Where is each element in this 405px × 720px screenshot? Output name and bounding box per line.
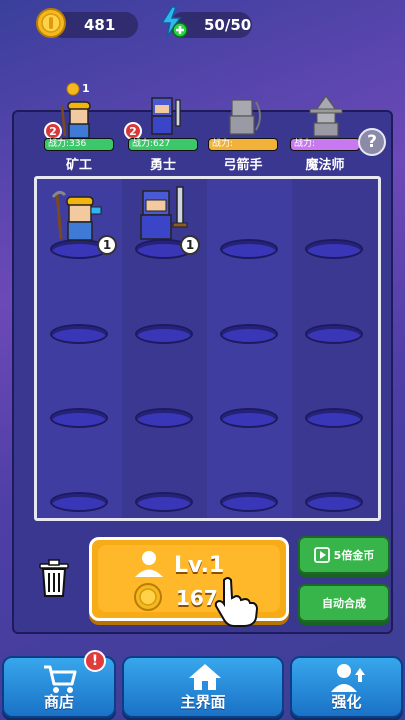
merge-grid: 1 1 [34, 176, 381, 521]
miner-icon [60, 101, 91, 139]
power-label: 战力:627 [132, 139, 171, 149]
nav-upgrade-label: 强化 [331, 693, 362, 711]
power-label: 战力: [212, 139, 234, 149]
play-video-icon [313, 547, 330, 563]
grid-slot[interactable] [220, 492, 278, 512]
home-icon [189, 664, 221, 690]
unit-level: 1 [102, 238, 112, 252]
grid-slot[interactable] [305, 324, 363, 344]
archer-locked-icon [229, 99, 261, 135]
coin-count: 481 [84, 16, 116, 34]
shop-alert-text: ! [91, 653, 99, 669]
grid-slot[interactable] [305, 408, 363, 428]
power-bar: 战力:627 [128, 138, 198, 151]
coin-icon [36, 8, 66, 38]
help-label: ? [367, 132, 377, 152]
nav-home[interactable]: 主界面 [122, 656, 284, 718]
buy-unit-button[interactable]: Lv.1 167 [89, 537, 289, 627]
warrior-icon [151, 97, 181, 135]
mage-locked-icon [309, 96, 343, 137]
character-archer[interactable]: 战力: 弓箭手 [208, 96, 278, 180]
power-bar: 战力: [290, 138, 360, 151]
help-button[interactable]: ? [358, 128, 386, 156]
character-miner[interactable]: 1 2 战力:336 矿工 [44, 82, 114, 180]
grid-slot[interactable] [305, 492, 363, 512]
shop-alert-badge: ! [84, 650, 106, 672]
grid-slot[interactable] [135, 408, 193, 428]
power-label: 战力: [294, 139, 316, 149]
gold-5x-label: 5倍金币 [333, 549, 375, 562]
grid-slot[interactable] [305, 239, 363, 259]
character-name: 勇士 [149, 158, 176, 173]
character-name: 弓箭手 [223, 158, 263, 173]
grid-slot[interactable] [135, 492, 193, 512]
unit-level-badge: 1 [97, 235, 117, 255]
grid-slot[interactable] [135, 324, 193, 344]
rank-badge-value: 2 [49, 124, 57, 138]
grid-slot[interactable] [220, 324, 278, 344]
cart-icon [44, 665, 77, 693]
rank-badge-value: 2 [129, 124, 137, 138]
grid-slot[interactable] [50, 324, 108, 344]
power-bar: 战力: [208, 138, 278, 151]
coin-icon [134, 583, 162, 611]
unit-level: 1 [185, 238, 195, 252]
nav-home-label: 主界面 [180, 693, 226, 711]
grid-slot[interactable] [50, 408, 108, 428]
coin-reward-count: 1 [82, 82, 90, 95]
character-mage[interactable]: 战力: 魔法师 [290, 96, 360, 180]
energy-plus-icon[interactable] [158, 6, 188, 38]
grid-column [207, 179, 292, 518]
coin-reward-icon [66, 82, 80, 96]
grid-slot[interactable] [220, 408, 278, 428]
character-name: 魔法师 [305, 158, 345, 173]
unit-silhouette-icon [135, 551, 163, 577]
character-warrior[interactable]: 2 战力:627 勇士 [124, 96, 198, 180]
trash-icon[interactable] [36, 558, 72, 598]
energy-count: 50/50 [204, 16, 252, 34]
unit-level-badge: 1 [180, 235, 200, 255]
power-bar: 战力:336 [44, 138, 114, 151]
miner-unit[interactable] [51, 187, 103, 247]
nav-shop-label: 商店 [43, 693, 74, 711]
power-label: 战力:336 [48, 139, 87, 149]
character-name: 矿工 [65, 158, 92, 173]
grid-slot[interactable] [50, 492, 108, 512]
auto-merge-button[interactable]: 自动合成 [298, 584, 390, 622]
tap-hand-icon [214, 577, 259, 627]
character-roster: 1 2 战力:336 矿工 2 战力:627 勇士 战力: 弓箭手 战力: 魔法… [14, 82, 395, 180]
auto-merge-label: 自动合成 [322, 597, 366, 610]
grid-slot[interactable] [220, 239, 278, 259]
buy-level-label: Lv.1 [174, 553, 225, 578]
grid-column [292, 179, 377, 518]
upgrade-user-icon [331, 664, 365, 692]
nav-upgrade[interactable]: 强化 [290, 656, 403, 718]
gold-5x-button[interactable]: 5倍金币 [298, 536, 390, 574]
